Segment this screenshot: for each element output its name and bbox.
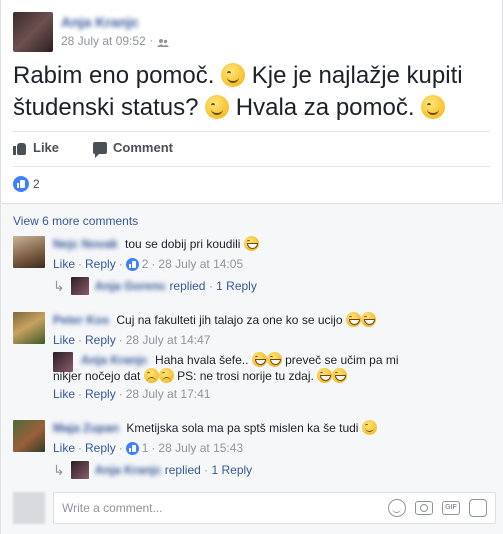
nested-reply-item: Anja Kranjc Haha hvala šefe.. preveč se … (53, 352, 399, 402)
commenter-avatar[interactable] (13, 236, 45, 268)
friends-icon[interactable] (157, 37, 170, 47)
comment-input[interactable]: Write a comment... GIF (53, 492, 496, 524)
disappointed-emoji-icon (158, 368, 174, 383)
commenter-name[interactable]: Nejc Novak (53, 237, 118, 251)
replier-avatar (70, 277, 89, 295)
reply-reply-link[interactable]: Reply (85, 386, 116, 402)
comment-item: Maja Zupan Kmetijska sola ma pa sptš mis… (13, 420, 377, 456)
comment-likes-count[interactable]: 2 (142, 256, 149, 272)
comment-date[interactable]: 28 July at 14:05 (158, 256, 243, 272)
grinning-emoji-icon (266, 352, 282, 367)
smile-emoji-icon (221, 63, 246, 87)
comment-label: Comment (113, 140, 173, 155)
reply-count: 1 Reply (216, 279, 257, 293)
likes-summary[interactable]: 2 (13, 176, 40, 192)
comment-text: Kmetijska sola ma pa sptš mislen ka še t… (126, 421, 359, 435)
reply-arrow-icon: ↳ (53, 461, 65, 478)
smile-emoji-icon (205, 95, 230, 119)
like-reaction-icon (125, 441, 139, 455)
view-more-comments-link[interactable]: View 6 more comments (13, 214, 138, 228)
likes-count: 2 (33, 177, 40, 191)
sticker-icon[interactable] (469, 499, 487, 517)
replies-summary[interactable]: ↳ Anja Kranjc replied · 1 Reply (53, 461, 252, 479)
commenter-avatar[interactable] (13, 420, 45, 452)
grinning-emoji-icon (345, 312, 361, 327)
reply-count: 1 Reply (211, 463, 253, 477)
replied-label: replied (169, 279, 206, 293)
reply-like-link[interactable]: Like (53, 386, 75, 402)
replier-name: Anja Gorenc (94, 279, 167, 293)
reply-text: preveč se učim pa mi (285, 353, 399, 367)
comment-input-placeholder: Write a comment... (62, 501, 163, 515)
comment-like-link[interactable]: Like (53, 440, 75, 456)
post-text-part-3: Hvala za pomoč. (235, 94, 415, 121)
reply-date[interactable]: 28 July at 17:41 (126, 386, 211, 402)
reply-arrow-icon: ↳ (53, 277, 65, 294)
comment-date[interactable]: 28 July at 14:47 (126, 332, 211, 348)
comment-text: tou se dobij pri koudili (125, 237, 241, 251)
camera-icon[interactable] (415, 501, 433, 515)
thumbs-up-icon (13, 141, 27, 155)
comment-like-link[interactable]: Like (53, 332, 75, 348)
replied-label: replied (164, 463, 201, 477)
replier-avatar (70, 461, 89, 479)
comment-reply-link[interactable]: Reply (85, 256, 116, 272)
post-actions: Like Comment (13, 140, 173, 158)
grinning-emoji-icon (251, 352, 267, 367)
comment-button[interactable]: Comment (93, 140, 173, 158)
comment-item: Nejc Novak tou se dobij pri koudili Like… (13, 236, 259, 272)
comment-text: Cuj na fakulteti jih talajo za one ko se… (116, 313, 343, 327)
gif-icon[interactable]: GIF (442, 501, 460, 515)
commenter-name[interactable]: Peter Kos (53, 313, 109, 327)
current-user-avatar (13, 492, 45, 524)
commenter-avatar[interactable] (13, 312, 45, 344)
grinning-emoji-icon (360, 312, 376, 327)
like-button[interactable]: Like (13, 140, 59, 155)
comment-composer: Write a comment... GIF (13, 492, 496, 524)
smile-emoji-icon (421, 95, 446, 119)
emoji-picker-icon[interactable] (388, 499, 406, 517)
post-author-name[interactable]: Anja Kranjc (61, 14, 169, 32)
grinning-emoji-icon (332, 368, 348, 383)
post-text-part-1: Rabim eno pomoč. (13, 62, 215, 89)
grinning-emoji-icon (317, 368, 333, 383)
comment-reply-link[interactable]: Reply (85, 332, 116, 348)
reply-text: PS: ne trosi norije tu zdaj. (177, 369, 314, 383)
divider (13, 166, 490, 167)
replier-name: Anja Kranjc (94, 463, 162, 477)
comment-date[interactable]: 28 July at 15:43 (158, 440, 243, 456)
divider (13, 131, 490, 132)
comment-like-link[interactable]: Like (53, 256, 75, 272)
reply-text: nikjer nočejo dat (53, 369, 141, 383)
reply-text: Haha hvala šefe.. (155, 353, 249, 367)
comment-bubble-icon (93, 141, 108, 158)
author-avatar[interactable] (13, 12, 53, 52)
comment-likes-count[interactable]: 1 (142, 440, 149, 456)
post-timestamp[interactable]: 28 July at 09:52 (61, 34, 146, 48)
replies-summary[interactable]: ↳ Anja Gorenc replied · 1 Reply (53, 277, 257, 295)
comment-reply-link[interactable]: Reply (85, 440, 116, 456)
like-label: Like (33, 140, 60, 155)
commenter-name[interactable]: Maja Zupan (53, 421, 119, 435)
laughing-emoji-icon (243, 236, 259, 251)
like-reaction-icon (125, 257, 139, 271)
like-reaction-icon (13, 176, 29, 192)
replier-name[interactable]: Anja Kranjc (81, 353, 148, 367)
post-header: Anja Kranjc 28 July at 09:52 · (13, 12, 170, 52)
comment-item: Peter Kos Cuj na fakulteti jih talajo za… (13, 312, 376, 348)
post-body: Rabim eno pomoč. Kje je najlažje kupiti … (13, 60, 493, 124)
divider (2, 203, 501, 204)
smile-emoji-icon (361, 420, 377, 435)
disappointed-emoji-icon (143, 368, 159, 383)
post-card: Anja Kranjc 28 July at 09:52 · Rabim eno… (0, 0, 503, 534)
